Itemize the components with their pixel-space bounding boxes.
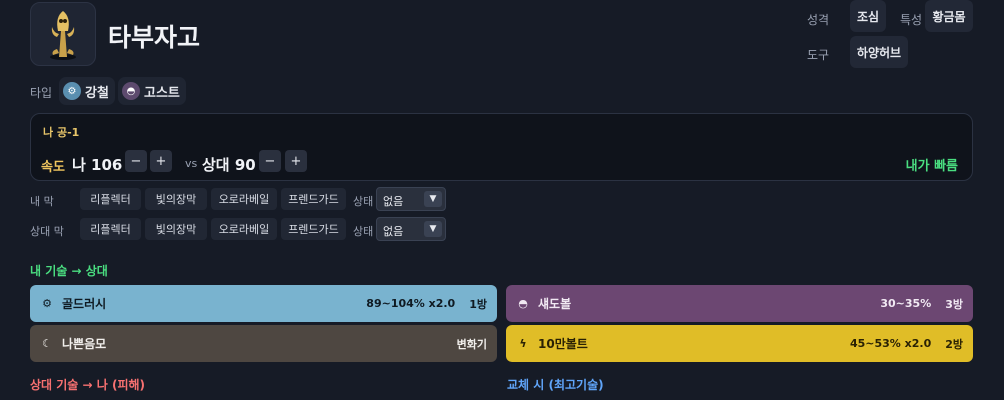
type-label: 타입 [30,86,53,100]
opp-screens-label: 상대 막 [30,225,64,238]
switch-title: 교체 시 (최고기술) [507,378,604,392]
pokemon-avatar [30,2,96,66]
chevron-down-icon: ▼ [424,221,442,237]
move-hits: 변화기 [456,337,487,351]
opponent-speed-value: 상대 90 [202,156,256,174]
move-card-nasty-plot[interactable]: ☾ 나쁜음모 변화기 [30,325,497,362]
opp-aurora-veil-button[interactable]: 오로라베일 [211,218,277,240]
my-light-screen-button[interactable]: 빛의장막 [145,188,207,210]
stat-rank-text: 나 공-1 [43,126,80,139]
opp-state-label: 상태 [353,225,374,238]
chevron-down-icon: ▼ [424,191,442,207]
my-reflect-button[interactable]: 리플렉터 [80,188,141,210]
speed-result: 내가 빠름 [905,159,958,174]
dark-type-icon: ☾ [42,337,52,350]
my-speed-minus-button[interactable]: − [125,150,147,172]
vs-label: vs [185,157,198,170]
move-hits: 3방 [945,297,963,311]
ghost-type-icon: ◓ [122,82,140,100]
opp-state-select[interactable]: 없음 ▼ [376,217,446,241]
move-hits: 2방 [945,337,963,351]
move-hits: 1방 [469,297,487,311]
nature-select[interactable]: 조심 [850,0,886,32]
opp-friend-guard-button[interactable]: 프렌드가드 [281,218,346,240]
my-speed-value: 나 106 [72,156,123,174]
my-state-select[interactable]: 없음 ▼ [376,187,446,211]
nature-label: 성격 [807,13,830,27]
electric-type-icon: ϟ [519,337,527,350]
item-label: 도구 [807,48,830,62]
selected-value: 없음 [383,195,404,208]
steel-type-icon: ⚙ [42,297,52,310]
steel-type-icon: ⚙ [63,82,81,100]
tabuzago-sprite-icon [50,11,76,60]
move-name: 10만볼트 [538,337,588,351]
type-chip-steel: ⚙ 강철 [59,77,115,105]
my-state-label: 상태 [353,195,374,208]
pokemon-name: 타부자고 [108,23,201,52]
my-aurora-veil-button[interactable]: 오로라베일 [211,188,277,210]
my-moves-title: 내 기술 → 상대 [30,264,108,278]
type-name: 강철 [85,85,109,101]
move-damage: 89~104% x2.0 [366,297,456,310]
move-name: 골드러시 [62,297,107,311]
move-damage: 30~35% [880,297,932,310]
speed-label: 속도 [41,160,65,175]
selected-value: 없음 [383,225,404,238]
ability-label: 특성 [900,13,923,27]
move-card-thunderbolt[interactable]: ϟ 10만볼트 45~53% x2.0 2방 [506,325,973,362]
move-damage: 45~53% x2.0 [849,337,932,350]
ghost-type-icon: ◓ [518,297,528,310]
type-name: 고스트 [144,85,180,101]
opp-speed-minus-button[interactable]: − [259,150,281,172]
move-card-shadow-ball[interactable]: ◓ 섀도볼 30~35% 3방 [506,285,973,322]
move-name: 나쁜음모 [62,337,107,351]
speed-panel: 나 공-1 속도 나 106 − + vs 상대 90 − + 내가 빠름 [30,113,973,181]
item-select[interactable]: 하양허브 [850,36,908,68]
type-chip-ghost: ◓ 고스트 [118,77,186,105]
opp-moves-title: 상대 기술 → 나 (피해) [30,378,146,392]
my-screens-label: 내 막 [30,195,54,208]
opp-reflect-button[interactable]: 리플렉터 [80,218,141,240]
opp-light-screen-button[interactable]: 빛의장막 [145,218,207,240]
my-speed-plus-button[interactable]: + [150,150,172,172]
opp-speed-plus-button[interactable]: + [285,150,307,172]
move-name: 섀도볼 [538,297,572,311]
my-friend-guard-button[interactable]: 프렌드가드 [281,188,346,210]
ability-select[interactable]: 황금몸 [925,0,973,32]
move-card-gold-rush[interactable]: ⚙ 골드러시 89~104% x2.0 1방 [30,285,497,322]
